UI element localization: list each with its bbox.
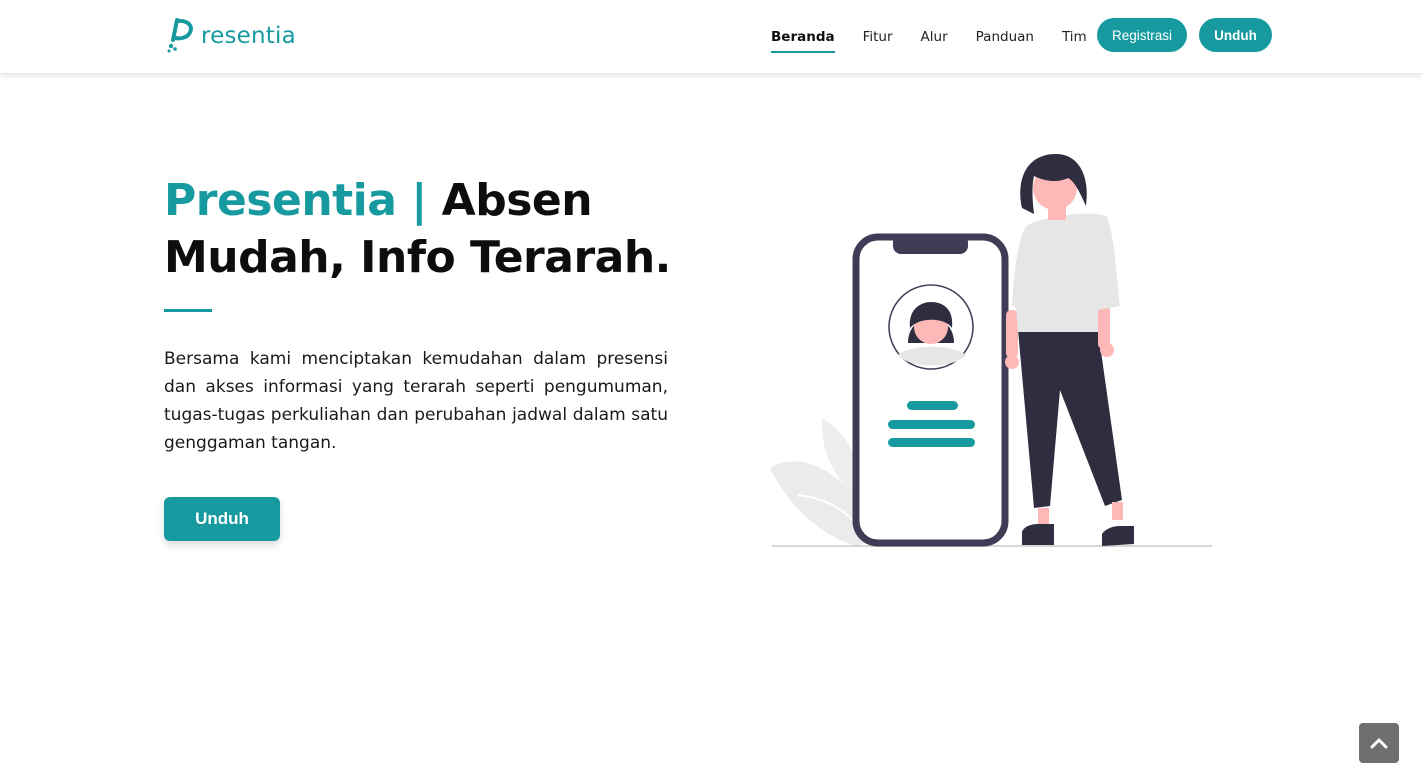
nav-item-fitur[interactable]: Fitur [863,23,893,51]
logo[interactable]: resentia [165,18,296,54]
scroll-to-top-button[interactable] [1359,723,1399,763]
nav-item-alur[interactable]: Alur [921,23,948,51]
hero-illustration [770,154,1212,547]
hero-description: Bersama kami menciptakan kemudahan dalam… [164,349,668,453]
hero-download-button[interactable]: Unduh [164,497,280,541]
hero-title: Presentia | Absen Mudah, Info Terarah. [164,172,684,286]
hero-title-brand: Presentia | [164,175,427,226]
hero-divider [164,309,212,312]
navbar: resentia Beranda Fitur Alur Panduan Tim … [0,0,1422,74]
register-button[interactable]: Registrasi [1097,18,1187,52]
chevron-up-icon [1370,738,1388,749]
presentia-logo-icon [167,18,193,53]
logo-text: resentia [201,23,296,49]
nav-links: Beranda Fitur Alur Panduan Tim [771,0,1115,74]
nav-download-button[interactable]: Unduh [1199,18,1272,52]
nav-item-panduan[interactable]: Panduan [976,23,1034,51]
nav-item-tim[interactable]: Tim [1062,23,1087,51]
nav-item-beranda[interactable]: Beranda [771,23,835,53]
